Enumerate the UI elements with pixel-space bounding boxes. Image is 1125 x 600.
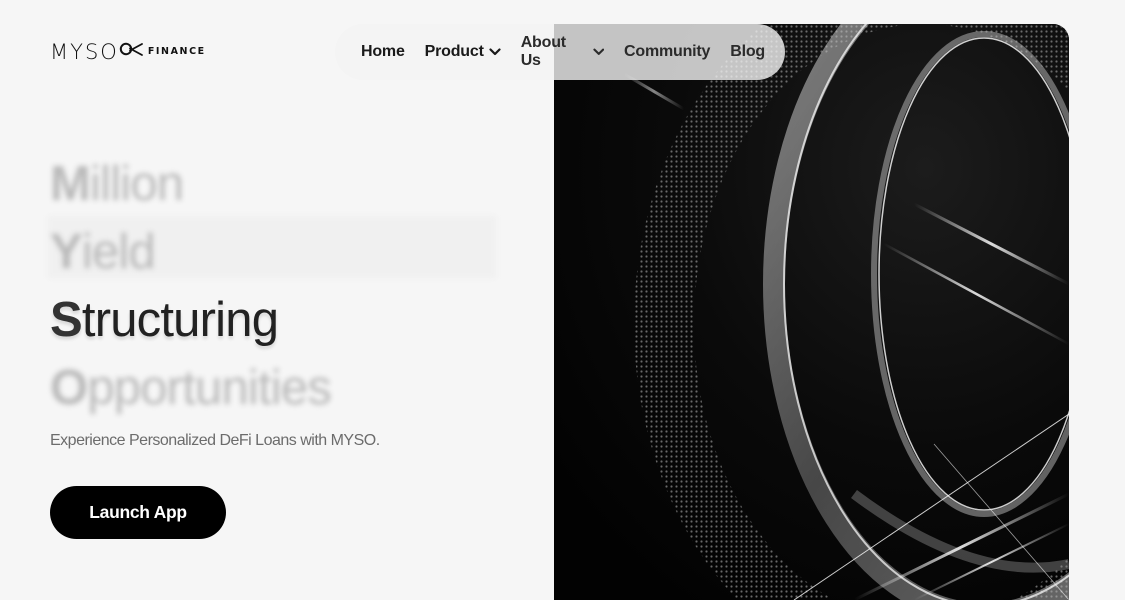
nav-product[interactable]: Product — [425, 43, 501, 61]
nav-blog-label: Blog — [730, 43, 765, 60]
headline-word-cap: M — [50, 157, 91, 211]
headline-word-yield: Yield — [50, 218, 331, 286]
headline-word-million: Million — [50, 150, 331, 218]
hero-tagline: Experience Personalized DeFi Loans with … — [50, 432, 380, 449]
nav-community[interactable]: Community — [624, 43, 710, 61]
headline-word-cap: O — [50, 361, 88, 415]
brand-name: MYSO — [50, 39, 119, 64]
nav-home-label: Home — [361, 43, 405, 60]
headline-word-rest: pportunities — [87, 361, 332, 415]
nav-blog[interactable]: Blog — [730, 43, 765, 61]
chevron-down-icon — [489, 48, 501, 56]
headline-word-rest: ield — [81, 225, 156, 279]
nav-home[interactable]: Home — [361, 43, 405, 61]
nav-about-us-label: About Us — [520, 34, 566, 69]
launch-app-button[interactable]: Launch App — [50, 486, 226, 539]
chevron-down-icon — [592, 48, 604, 55]
nav-community-label: Community — [624, 43, 711, 60]
logo-scissors-icon — [119, 42, 143, 56]
hero-headline: Million Yield Structuring Opportunities — [50, 150, 332, 422]
headline-word-rest: illion — [90, 157, 184, 211]
headline-word-structuring: Structuring — [50, 286, 331, 354]
nav-product-label: Product — [424, 43, 484, 60]
brand-logo[interactable]: MYSO FINANCE — [50, 40, 206, 64]
headline-word-cap: S — [50, 293, 83, 347]
headline-word-rest: tructuring — [81, 293, 279, 347]
hero-abstract-image — [554, 24, 1069, 600]
nav-about-us[interactable]: About Us — [521, 34, 604, 70]
headline-word-opportunities: Opportunities — [50, 354, 332, 422]
headline-word-cap: Y — [50, 225, 83, 279]
main-nav: Home Product About Us Community Blog — [335, 24, 785, 80]
brand-subtitle: FINANCE — [147, 46, 206, 58]
